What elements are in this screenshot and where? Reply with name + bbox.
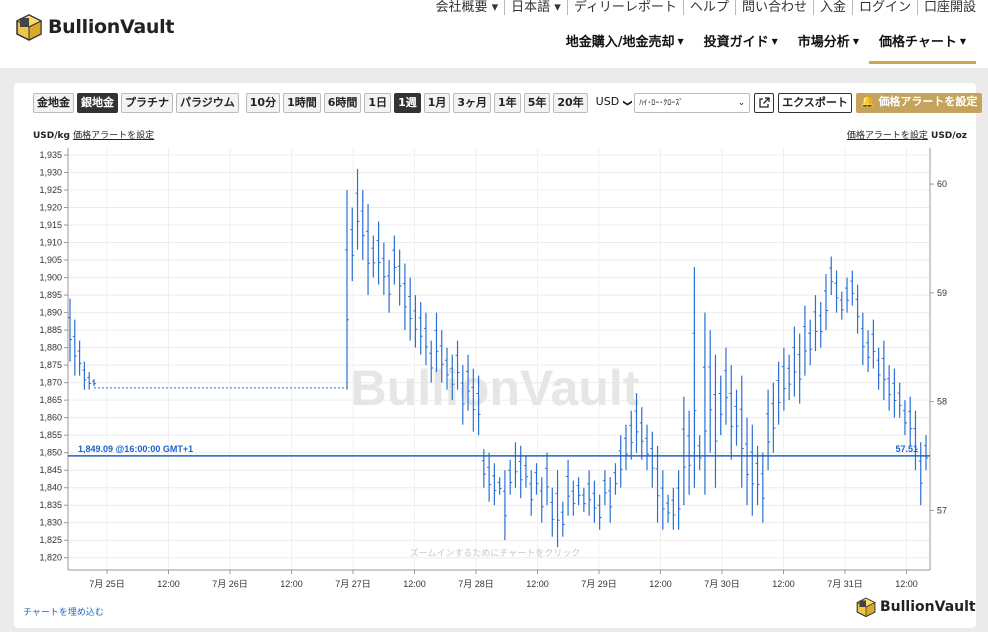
x-tick-label: 7月 27日 [335, 579, 371, 589]
y-tick-label: 1,835 [39, 500, 62, 510]
y-tick-label: 1,935 [39, 150, 62, 160]
y-tick-label: 1,885 [39, 325, 62, 335]
y-tick-label: 1,915 [39, 220, 62, 230]
y-tick-label: 1,925 [39, 185, 62, 195]
x-tick-label: 7月 31日 [827, 579, 863, 589]
footer-logo: BullionVault [855, 596, 976, 618]
x-tick-label: 12:00 [280, 579, 303, 589]
y-tick-label: 1,845 [39, 465, 62, 475]
x-tick-label: 7月 30日 [704, 579, 740, 589]
x-tick-label: 12:00 [526, 579, 549, 589]
y-tick-label: 1,875 [39, 360, 62, 370]
y-tick-label: 1,930 [39, 168, 62, 178]
y-tick-label: 1,895 [39, 290, 62, 300]
y-tick-label: 1,865 [39, 395, 62, 405]
chart-watermark: BullionVault [351, 360, 640, 416]
x-tick-label: 7月 28日 [458, 579, 494, 589]
y-tick-label: 1,840 [39, 483, 62, 493]
y-tick-label: 1,890 [39, 308, 62, 318]
embed-chart-link[interactable]: チャートを埋め込む [23, 605, 104, 618]
y-tick-label: 1,870 [39, 378, 62, 388]
y-right-tick-label: 57 [937, 505, 947, 515]
x-tick-label: 7月 29日 [581, 579, 617, 589]
y-tick-label: 1,905 [39, 255, 62, 265]
current-oz-label: 57.51 [895, 444, 918, 454]
y-tick-label: 1,830 [39, 518, 62, 528]
cube-logo-icon [856, 597, 876, 618]
current-price-label: 1,849.09 @16:00:00 GMT+1 [78, 444, 193, 454]
price-chart[interactable]: 1,820 1,825 1,830 1,835 1,840 1,845 1,850 1,855… [0, 0, 988, 632]
x-tick-label: 7月 26日 [212, 579, 248, 589]
y-right-tick-label: 58 [937, 397, 947, 407]
footer-brand-name: BullionVault [880, 599, 976, 615]
x-tick-label: 12:00 [772, 579, 795, 589]
y-tick-label: 1,825 [39, 535, 62, 545]
y-tick-label: 1,855 [39, 430, 62, 440]
y-right-tick-label: 59 [937, 288, 947, 298]
y-tick-label: 1,860 [39, 413, 62, 423]
y-tick-label: 1,900 [39, 273, 62, 283]
y-tick-label: 1,820 [39, 553, 62, 563]
x-tick-label: 12:00 [403, 579, 426, 589]
y-tick-label: 1,850 [39, 448, 62, 458]
y-right-tick-label: 60 [937, 179, 947, 189]
y-tick-label: 1,880 [39, 343, 62, 353]
y-tick-label: 1,910 [39, 238, 62, 248]
zoom-hint: ズームインするためにチャートをクリック [410, 547, 581, 558]
y-tick-label: 1,920 [39, 203, 62, 213]
x-tick-label: 12:00 [157, 579, 180, 589]
x-tick-label: 12:00 [649, 579, 672, 589]
x-tick-label: 7月 25日 [89, 579, 125, 589]
plot-area [68, 148, 930, 570]
x-tick-label: 12:00 [895, 579, 918, 589]
